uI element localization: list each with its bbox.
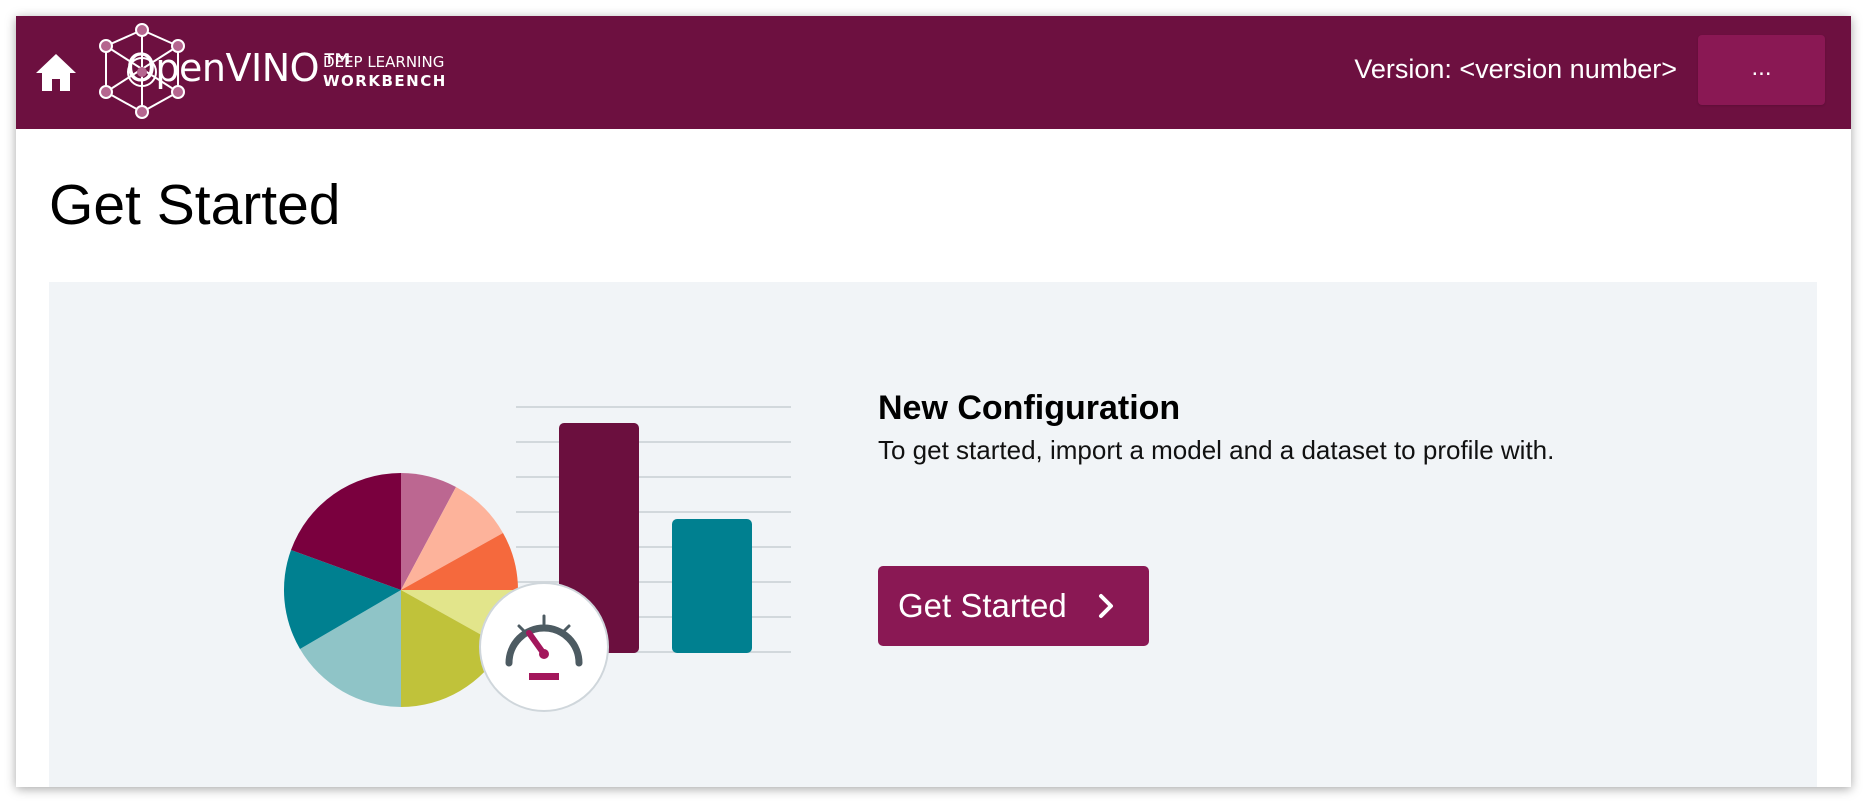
home-button[interactable] xyxy=(31,49,81,95)
get-started-button[interactable]: Get Started xyxy=(878,566,1149,646)
home-icon xyxy=(36,54,76,91)
logo-subtitle-deep-learning: DEEP LEARNING xyxy=(323,53,445,71)
version-label: Version: <version number> xyxy=(1354,54,1677,84)
logo-wordmark: OpenVINO™ xyxy=(126,46,357,90)
app-window: OpenVINO™ DEEP LEARNING WORKBENCH Versio… xyxy=(16,16,1851,787)
logo-subtitle-workbench: WORKBENCH xyxy=(323,72,447,90)
page-title: Get Started xyxy=(49,173,341,237)
illustration-bar-short xyxy=(672,519,752,653)
openvino-logo[interactable]: OpenVINO™ DEEP LEARNING WORKBENCH xyxy=(96,20,476,124)
top-header-bar: OpenVINO™ DEEP LEARNING WORKBENCH Versio… xyxy=(16,16,1851,129)
illustration-pie-chart xyxy=(283,473,518,707)
analytics-illustration xyxy=(283,406,791,712)
new-configuration-title: New Configuration xyxy=(878,389,1181,427)
chevron-right-icon xyxy=(1099,594,1113,618)
new-configuration-panel: New Configuration To get started, import… xyxy=(49,282,1817,787)
get-started-button-label: Get Started xyxy=(898,587,1067,624)
more-options-button[interactable]: ... xyxy=(1698,35,1825,105)
speedometer-icon xyxy=(479,582,609,712)
new-configuration-description: To get started, import a model and a dat… xyxy=(878,435,1555,465)
